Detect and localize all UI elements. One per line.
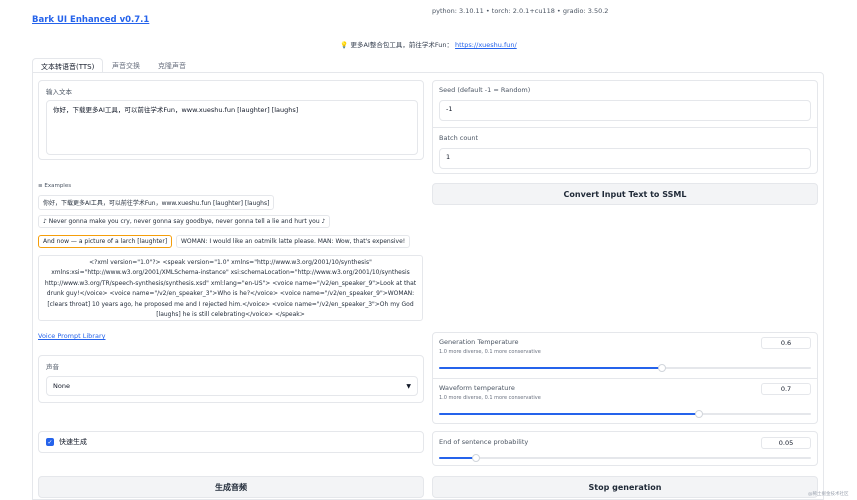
banner-text: 更多AI整合包工具，前往学术Fun：: [350, 41, 453, 49]
wave-temp-slider[interactable]: [439, 410, 811, 418]
input-text-label: 输入文本: [46, 88, 72, 96]
voice-selected-value: None: [53, 382, 70, 390]
wave-temp-slider-handle[interactable]: [695, 410, 704, 418]
quick-gen-checkbox[interactable]: ✓: [46, 438, 54, 446]
input-text-panel: 输入文本 你好，下载更多AI工具，可以前往学术Fun，www.xueshu.fu…: [38, 80, 424, 160]
voice-panel: 声音 None ▼: [38, 355, 424, 403]
example-item[interactable]: <?xml version="1.0"?> <speak version="1.…: [38, 255, 423, 321]
convert-ssml-button[interactable]: Convert Input Text to SSML: [432, 183, 818, 205]
wave-temp-hint: 1.0 more diverse, 0.1 more conservative: [439, 395, 541, 401]
eos-slider[interactable]: [439, 454, 811, 462]
eos-value-input[interactable]: 0.05: [761, 437, 811, 449]
tab-voice-swap[interactable]: 声音交换: [104, 58, 148, 73]
banner-link[interactable]: https://xueshu.fun/: [455, 41, 517, 49]
seed-input[interactable]: -1: [439, 100, 811, 121]
caret-down-icon: ▼: [406, 382, 411, 390]
wave-temp-label: Waveform temperature: [439, 384, 515, 392]
app-title-link[interactable]: Bark UI Enhanced v0.7.1: [32, 15, 149, 25]
quick-gen-label: 快速生成: [59, 438, 87, 446]
batch-input[interactable]: 1: [439, 148, 811, 169]
voice-prompt-library-link[interactable]: Voice Prompt Library: [38, 332, 105, 340]
temperature-panel: Generation Temperature 1.0 more diverse,…: [432, 332, 818, 424]
stop-generation-button[interactable]: Stop generation: [432, 476, 818, 498]
batch-label: Batch count: [439, 134, 479, 142]
watermark: @稀土掘金技术社区: [808, 492, 849, 497]
quick-gen-panel: ✓ 快速生成: [38, 431, 424, 453]
eos-panel: End of sentence probability 0.05: [432, 431, 818, 466]
generate-button[interactable]: 生成音频: [38, 476, 424, 498]
example-item[interactable]: And now — a picture of a larch [laughter…: [38, 235, 173, 248]
tab-tts[interactable]: 文本转语音(TTS): [32, 58, 104, 73]
gen-temp-slider[interactable]: [439, 364, 811, 372]
example-item[interactable]: ♪ Never gonna make you cry, never gonna …: [38, 215, 331, 228]
voice-label: 声音: [46, 363, 59, 371]
gen-temp-value-input[interactable]: 0.6: [761, 337, 811, 349]
examples-label: ≡ Examples: [38, 183, 72, 189]
tab-clone-voice[interactable]: 克隆声音: [150, 58, 194, 73]
gen-temp-label: Generation Temperature: [439, 338, 519, 346]
input-text-area[interactable]: 你好，下载更多AI工具，可以前往学术Fun，www.xueshu.fun [la…: [46, 100, 418, 155]
seed-label: Seed (default -1 = Random): [439, 86, 531, 94]
banner: 💡 更多AI整合包工具，前往学术Fun： https://xueshu.fun/: [0, 39, 857, 49]
voice-dropdown[interactable]: None ▼: [46, 376, 418, 396]
eos-label: End of sentence probability: [439, 438, 529, 446]
example-item[interactable]: 你好，下载更多AI工具，可以前往学术Fun，www.xueshu.fun [la…: [38, 195, 275, 210]
gen-temp-slider-handle[interactable]: [658, 364, 667, 372]
gen-temp-hint: 1.0 more diverse, 0.1 more conservative: [439, 349, 541, 355]
lightbulb-icon: 💡: [340, 41, 349, 49]
version-info: python: 3.10.11 • torch: 2.0.1+cu118 • g…: [432, 7, 609, 15]
example-item[interactable]: WOMAN: I would like an oatmilk latte ple…: [176, 235, 411, 248]
seed-batch-panel: Seed (default -1 = Random) -1 Batch coun…: [432, 80, 818, 174]
eos-slider-handle[interactable]: [472, 454, 481, 462]
wave-temp-value-input[interactable]: 0.7: [761, 383, 811, 395]
